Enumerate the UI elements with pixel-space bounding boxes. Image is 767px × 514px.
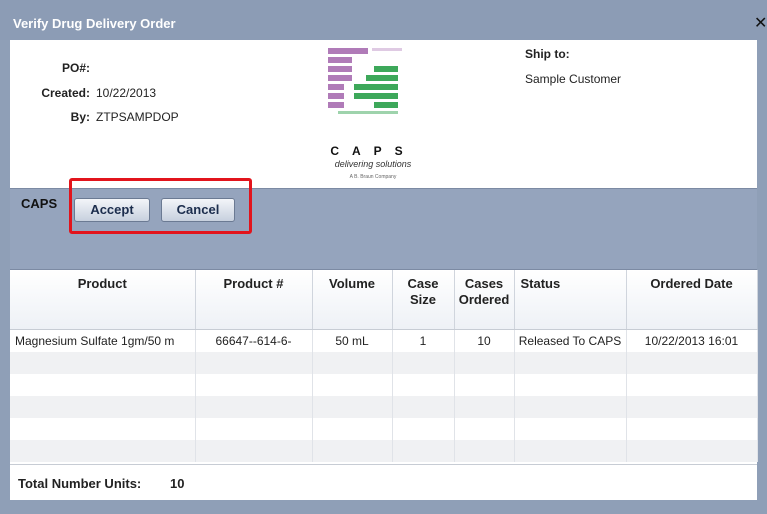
po-label: PO#: bbox=[61, 61, 90, 75]
order-table: Product Product # Volume Case Size Cases… bbox=[10, 270, 758, 464]
table-row-empty bbox=[10, 396, 758, 418]
logo-subline: A B. Braun Company bbox=[349, 174, 397, 180]
column-header-volume[interactable]: Volume bbox=[312, 270, 393, 330]
cell-cases-ordered: 10 bbox=[454, 329, 515, 352]
cell-volume: 50 mL bbox=[312, 329, 393, 352]
cell-status: Released To CAPS bbox=[514, 329, 627, 352]
cell-case-size: 1 bbox=[392, 329, 455, 352]
by-value: ZTPSAMPDOP bbox=[96, 110, 179, 124]
action-bar: CAPS Accept Cancel bbox=[10, 178, 757, 270]
by-label: By: bbox=[70, 110, 90, 124]
table-row-empty bbox=[10, 418, 758, 440]
caps-label: CAPS bbox=[21, 196, 58, 211]
column-header-cases-ordered[interactable]: Cases Ordered bbox=[454, 270, 515, 330]
column-header-product[interactable]: Product bbox=[10, 270, 196, 330]
column-header-product-number[interactable]: Product # bbox=[195, 270, 313, 330]
table-row-empty bbox=[10, 352, 758, 374]
table-row-empty bbox=[10, 374, 758, 396]
column-header-case-size[interactable]: Case Size bbox=[392, 270, 455, 330]
logo-tagline: delivering solutions bbox=[334, 159, 412, 169]
created-value: 10/22/2013 bbox=[96, 86, 157, 100]
dialog-titlebar: Verify Drug Delivery Order ✕ bbox=[0, 0, 767, 40]
logo-wordmark: CAPS bbox=[330, 144, 416, 158]
cell-ordered-date: 10/22/2013 16:01 bbox=[626, 329, 758, 352]
created-label: Created: bbox=[41, 86, 90, 100]
cell-product-number: 66647--614-6- bbox=[195, 329, 313, 352]
total-units-label: Total Number Units: bbox=[18, 476, 142, 491]
column-header-ordered-date[interactable]: Ordered Date bbox=[626, 270, 758, 330]
close-icon[interactable]: ✕ bbox=[754, 13, 767, 33]
cell-product: Magnesium Sulfate 1gm/50 m bbox=[10, 329, 196, 352]
table-row[interactable]: Magnesium Sulfate 1gm/50 m 66647--614-6-… bbox=[10, 329, 758, 352]
accept-button[interactable]: Accept bbox=[74, 198, 150, 222]
ship-to-value: Sample Customer bbox=[525, 72, 622, 86]
table-header-row: Product Product # Volume Case Size Cases… bbox=[10, 270, 758, 330]
ship-to-label: Ship to: bbox=[525, 47, 570, 61]
column-header-status[interactable]: Status bbox=[514, 270, 627, 330]
total-units-value: 10 bbox=[170, 476, 185, 491]
dialog-title: Verify Drug Delivery Order bbox=[13, 16, 176, 31]
caps-logo: CAPS delivering solutions A B. Braun Com… bbox=[328, 48, 418, 188]
cancel-button[interactable]: Cancel bbox=[161, 198, 235, 222]
totals-bar: Total Number Units: 10 bbox=[10, 464, 757, 500]
order-header: PO#: Created: 10/22/2013 By: ZTPSAMPDOP bbox=[10, 40, 757, 188]
table-row-empty bbox=[10, 440, 758, 462]
caps-logo-icon bbox=[328, 48, 402, 114]
